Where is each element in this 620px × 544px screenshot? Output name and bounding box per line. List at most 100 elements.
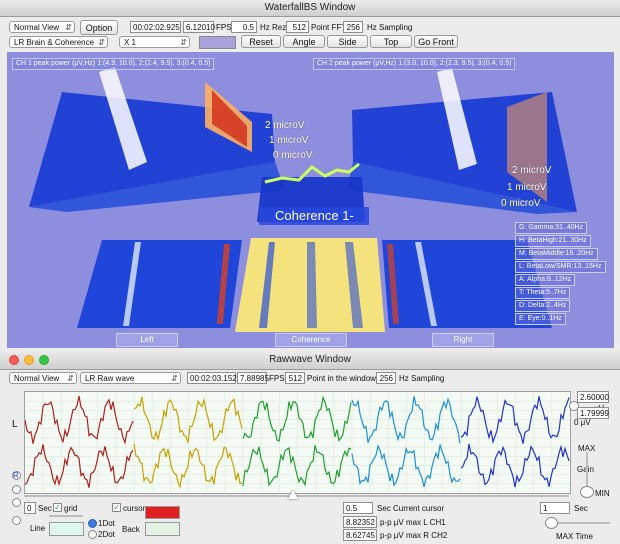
raw-wave-plot[interactable] — [24, 391, 571, 494]
trace-left-segment — [460, 396, 570, 445]
coherence-panel-label: Coherence 1- — [259, 207, 369, 225]
trace-left-segment — [25, 395, 134, 445]
band-theta: T: Theta:5..7Hz — [515, 287, 571, 299]
rawwave-points-label: Point in the window — [307, 374, 376, 383]
line-label: Line — [30, 524, 46, 533]
close-icon[interactable] — [9, 355, 19, 365]
max-time-sec-label: Sec — [574, 504, 588, 513]
left-axis-2uv: 2 microV — [265, 120, 305, 131]
option-button[interactable]: Option — [80, 20, 118, 35]
current-cursor-input[interactable]: 0.5 — [343, 502, 373, 514]
pp-ch1-label: p-p μV max L CH1 — [380, 518, 446, 527]
rawwave-view-select[interactable]: Normal View — [9, 372, 77, 385]
rawwave-sampling-input[interactable]: 256 — [376, 372, 396, 384]
dot1-label: 1Dot — [98, 519, 115, 528]
grid-slider[interactable] — [49, 515, 83, 517]
band-betamiddle: M: BetaMiddle:16..20Hz — [515, 248, 598, 260]
sec-input[interactable]: 0 — [24, 502, 36, 514]
right-axis-0uv: 0 microV — [501, 198, 541, 209]
band-eye: E: Eye:0..1Hz — [515, 313, 566, 325]
band-delta: D: Delta:2..4Hz — [515, 300, 571, 312]
point-fft-input[interactable]: 512 — [286, 21, 309, 33]
gain-min-label: MIN — [595, 489, 610, 498]
sampling-label: Hz Sampling — [367, 23, 413, 32]
line-color-swatch[interactable] — [49, 522, 84, 536]
gain-slider-knob[interactable] — [580, 486, 594, 498]
dot1-radio[interactable] — [88, 519, 97, 528]
dot2-label: 2Dot — [98, 530, 115, 539]
left-axis-0uv: 0 microV — [273, 150, 313, 161]
rawwave-fps-label: FPS — [269, 374, 285, 383]
rawwave-montage-select[interactable]: LR Raw wave — [80, 372, 181, 385]
color-swatch[interactable] — [199, 36, 236, 49]
rawwave-title: Rawwave Window — [269, 354, 351, 365]
cursor-label: cursor — [123, 504, 146, 513]
point-fft-label: Point FFT — [311, 23, 347, 32]
right-axis-1uv: 1 microV — [507, 182, 547, 193]
back-color-swatch[interactable] — [145, 522, 180, 536]
max-time-input[interactable]: 1 — [540, 502, 570, 514]
pp-ch1-value: 8.82352 — [343, 516, 377, 528]
scale-select[interactable]: X 1 — [119, 36, 190, 49]
side-button[interactable]: Side — [327, 35, 368, 48]
montage-select[interactable]: LR Brain & Coherence — [9, 36, 108, 49]
right-axis-2uv: 2 microV — [512, 165, 552, 176]
band-betalow: L: BetaLow/SMR:13..15Hz — [515, 261, 606, 273]
top-button[interactable]: Top — [370, 35, 412, 48]
max-time-slider-knob[interactable] — [545, 517, 558, 529]
right-panel-label: Right — [432, 333, 494, 347]
raw-wave-svg — [25, 392, 570, 493]
rawwave-sampling-label: Hz Sampling — [399, 374, 445, 383]
sampling-input[interactable]: 256 — [343, 21, 363, 33]
scale-slider-knob[interactable] — [569, 401, 579, 411]
band-alpha: A: Alpha:8..12Hz — [515, 274, 576, 286]
rawwave-titlebar: Rawwave Window — [0, 351, 620, 370]
rawwave-fps-value: 7.88985 — [237, 372, 269, 384]
channel-left-label: L — [12, 419, 18, 430]
waterfall-window: WaterfallBS Window Normal View Option 00… — [0, 0, 620, 350]
scale-upper-value: 2.60000 — [577, 391, 609, 403]
sec-label: Sec — [38, 504, 52, 513]
minimize-icon[interactable] — [24, 355, 34, 365]
waterfall-titlebar: WaterfallBS Window — [0, 0, 620, 17]
fps-label: FPS — [216, 23, 232, 32]
go-front-button[interactable]: Go Front — [414, 35, 458, 48]
fps-value: 6.12010 — [183, 21, 215, 33]
waterfall-viewport[interactable]: CH 1 peak power (μV,Hz) 1:(4.9, 10.0), 2… — [7, 52, 614, 348]
trace-right-segment — [25, 444, 134, 488]
reset-button[interactable]: Reset — [241, 35, 281, 48]
left-axis-1uv: 1 microV — [269, 135, 309, 146]
zero-uv-label: 0 μV — [574, 418, 591, 427]
cursor-checkbox[interactable]: ✓ — [112, 503, 121, 512]
bottom-left-surface — [77, 240, 242, 328]
cursor-color-swatch[interactable] — [145, 506, 180, 519]
back-label: Back — [122, 525, 140, 534]
pp-ch2-value: 8.62745 — [343, 529, 377, 541]
rawwave-time: 00:02:03.152 — [187, 372, 237, 384]
line-style-radio[interactable] — [12, 516, 21, 525]
grid-checkbox[interactable]: ✓ — [53, 503, 62, 512]
zoom-icon[interactable] — [39, 355, 49, 365]
time-scrubber-thumb[interactable] — [288, 490, 298, 499]
hz-rez-input[interactable]: 0.5 — [231, 21, 257, 33]
rawwave-window: Rawwave Window Normal View LR Raw wave 0… — [0, 351, 620, 544]
hz-rez-label: Hz Rez — [260, 23, 287, 32]
channel-right-label: R — [13, 471, 19, 480]
coherence-bottom-label: Coherence — [275, 333, 347, 347]
pp-ch2-label: p-p μV max R CH2 — [380, 531, 448, 540]
view-select[interactable]: Normal View — [9, 21, 75, 34]
ch2-peak-label: CH 2 peak power (μV,Hz) 1:(3.0, 10.0), 2… — [313, 58, 516, 70]
waterfall-title: WaterfallBS Window — [264, 2, 356, 13]
current-cursor-label: Sec Current cursor — [377, 504, 445, 513]
band-betahigh: H: BetaHigh:21..30Hz — [515, 235, 591, 247]
grid-label: grid — [64, 504, 78, 513]
max-time-label: MAX Time — [556, 532, 593, 541]
dot2-radio[interactable] — [88, 530, 97, 539]
band-gamma: G: Gamma:31..40Hz — [515, 222, 588, 234]
time-display: 00:02:02.925 — [130, 21, 181, 33]
row-radio-1[interactable] — [12, 485, 21, 494]
rawwave-points-input[interactable]: 512 — [285, 372, 305, 384]
row-radio-2[interactable] — [12, 498, 21, 507]
ch1-peak-label: CH 1 peak power (μV,Hz) 1:(4.9, 10.0), 2… — [12, 58, 215, 70]
angle-button[interactable]: Angle — [283, 35, 325, 48]
